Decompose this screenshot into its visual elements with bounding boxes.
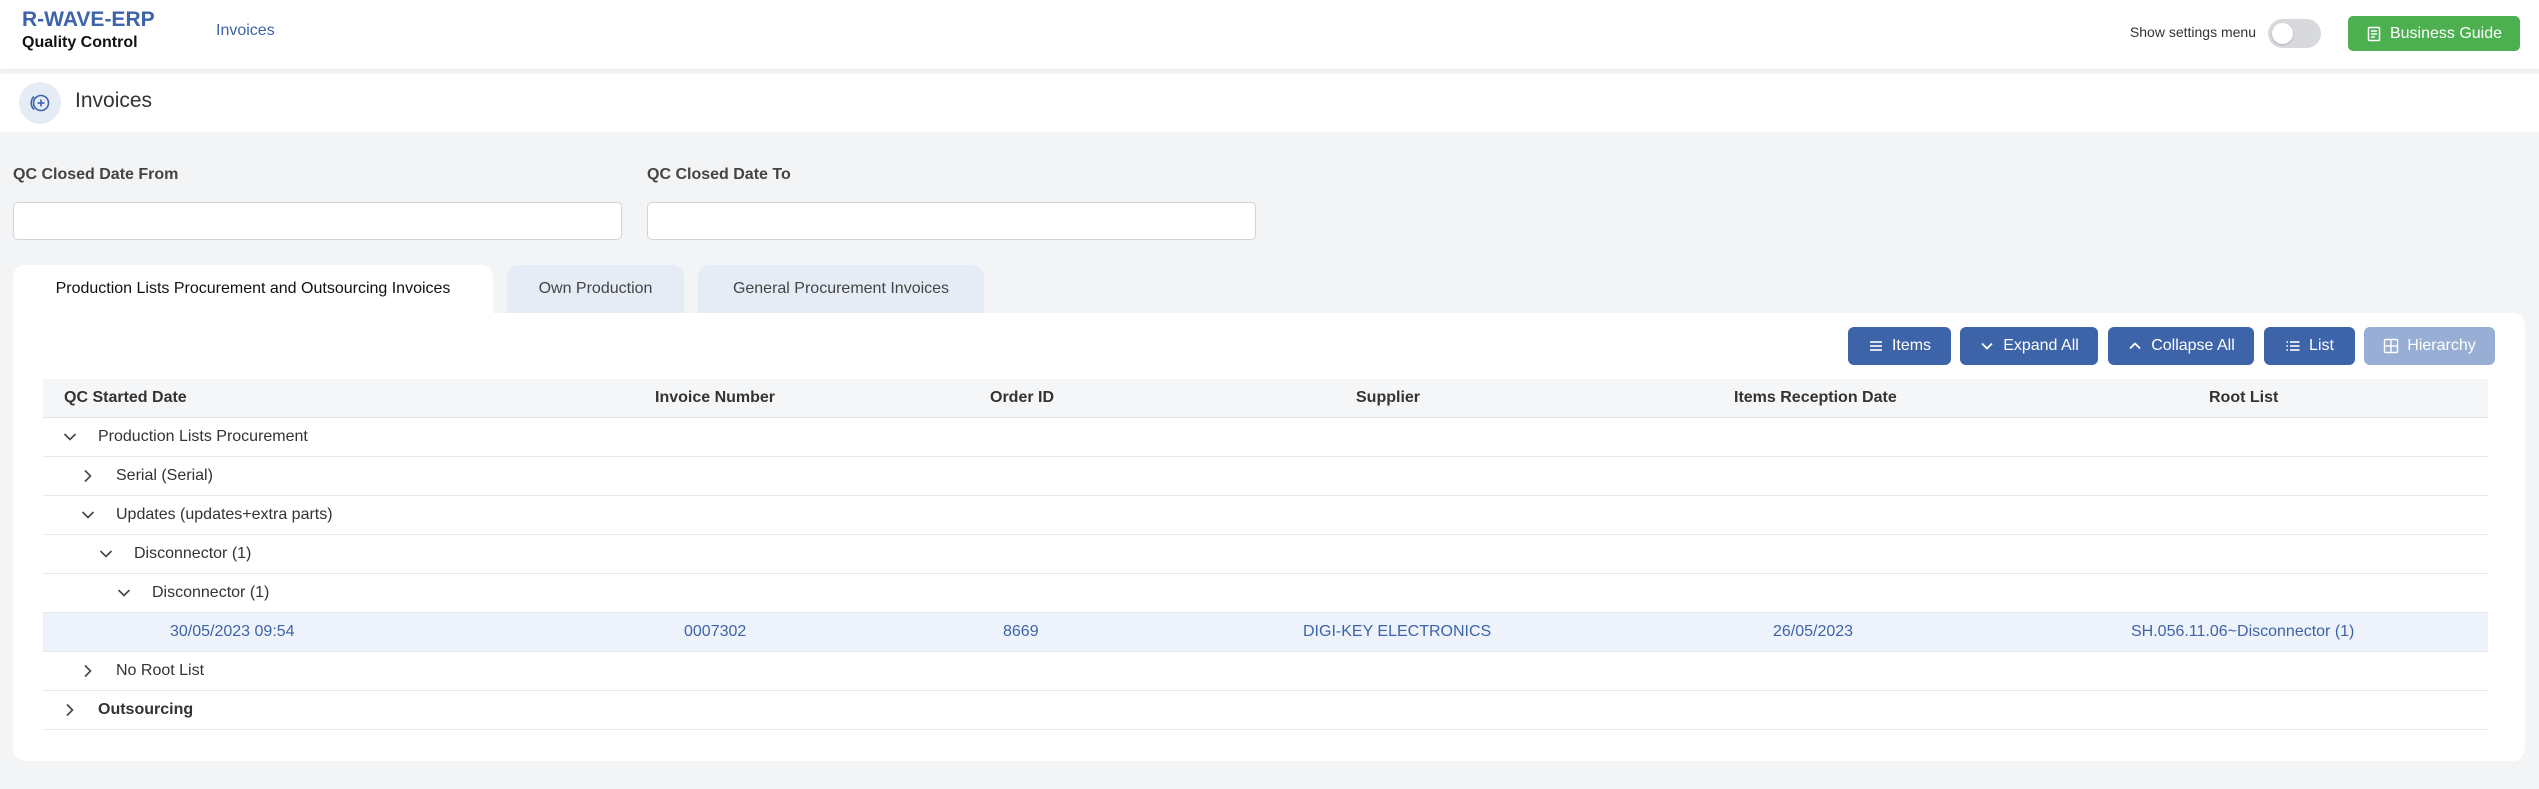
tab-own-production[interactable]: Own Production <box>507 265 684 313</box>
brand[interactable]: R-WAVE-ERP Quality Control <box>22 8 155 52</box>
cell-supplier: DIGI-KEY ELECTRONICS <box>1303 623 1492 640</box>
chevron-down-icon[interactable] <box>80 507 96 523</box>
cell-order-id: 8669 <box>1003 623 1039 640</box>
chevron-right-icon[interactable] <box>80 468 96 484</box>
qc-closed-date-to-label: QC Closed Date To <box>647 166 791 183</box>
group-row[interactable]: Outsourcing <box>43 691 2488 730</box>
column-header-invoice-number[interactable]: Invoice Number <box>655 389 775 407</box>
group-row[interactable]: Disconnector (1) <box>43 574 2488 613</box>
group-label: Outsourcing <box>98 701 194 718</box>
toggle-knob <box>2272 23 2293 44</box>
qc-closed-date-from-input[interactable] <box>13 202 622 240</box>
group-label: Production Lists Procurement <box>98 428 308 445</box>
chevron-up-icon <box>2129 342 2141 350</box>
collapse-all-label: Collapse All <box>2151 337 2235 354</box>
expand-all-button[interactable]: Expand All <box>1960 327 2098 365</box>
tab-production-lists-procurement[interactable]: Production Lists Procurement and Outsour… <box>13 265 493 313</box>
page-title: Invoices <box>75 89 153 112</box>
group-row[interactable]: No Root List <box>43 652 2488 691</box>
group-row[interactable]: Production Lists Procurement <box>43 418 2488 457</box>
list-icon <box>2286 341 2300 351</box>
chevron-down-icon[interactable] <box>98 546 114 562</box>
column-header-qc-started-date[interactable]: QC Started Date <box>64 389 187 407</box>
column-header-order-id[interactable]: Order ID <box>990 389 1054 407</box>
group-row[interactable]: Serial (Serial) <box>43 457 2488 496</box>
chevron-down-icon[interactable] <box>116 585 132 601</box>
brand-name: R-WAVE-ERP <box>22 8 155 31</box>
add-circle-icon[interactable] <box>19 82 61 124</box>
qc-closed-date-from-label: QC Closed Date From <box>13 166 179 183</box>
qc-closed-date-to-input[interactable] <box>647 202 1256 240</box>
module-name: Quality Control <box>22 34 138 51</box>
expand-all-label: Expand All <box>2003 337 2079 354</box>
cell-invoice-number: 0007302 <box>684 623 747 640</box>
chevron-down-icon <box>1981 342 1993 350</box>
cell-root-list: SH.056.11.06~Disconnector (1) <box>2131 623 2355 640</box>
business-guide-label: Business Guide <box>2389 24 2503 42</box>
column-header-supplier[interactable]: Supplier <box>1356 389 1420 407</box>
chevron-down-icon[interactable] <box>62 429 78 445</box>
top-header: R-WAVE-ERP Quality Control Invoices Show… <box>0 0 2539 69</box>
column-header-root-list[interactable]: Root List <box>2209 389 2278 407</box>
grid-icon <box>2384 338 2399 354</box>
group-label: Disconnector (1) <box>134 545 252 562</box>
list-view-label: List <box>2309 337 2334 354</box>
group-label: No Root List <box>116 662 205 679</box>
group-label: Disconnector (1) <box>152 584 270 601</box>
table-row[interactable]: 30/05/2023 09:54 0007302 8669 DIGI-KEY E… <box>43 613 2488 652</box>
settings-menu-label: Show settings menu <box>2129 24 2256 40</box>
menu-icon <box>1869 341 1882 351</box>
group-label: Updates (updates+extra parts) <box>116 506 333 523</box>
cell-items-reception-date: 26/05/2023 <box>1773 623 1854 640</box>
business-guide-button[interactable]: Business Guide <box>2348 16 2520 51</box>
book-icon <box>2367 26 2381 41</box>
collapse-all-button[interactable]: Collapse All <box>2108 327 2254 365</box>
group-label: Serial (Serial) <box>116 467 213 484</box>
table-header: QC Started Date Invoice Number Order ID … <box>43 379 2488 418</box>
tab-general-procurement-invoices[interactable]: General Procurement Invoices <box>698 265 984 313</box>
page-title-bar: Invoices <box>0 74 2539 132</box>
chevron-right-icon[interactable] <box>62 702 78 718</box>
column-header-items-reception-date[interactable]: Items Reception Date <box>1734 389 1897 407</box>
hierarchy-view-button[interactable]: Hierarchy <box>2364 327 2495 365</box>
group-row[interactable]: Disconnector (1) <box>43 535 2488 574</box>
chevron-right-icon[interactable] <box>80 663 96 679</box>
group-row[interactable]: Updates (updates+extra parts) <box>43 496 2488 535</box>
nav-link-invoices[interactable]: Invoices <box>216 22 275 40</box>
items-button[interactable]: Items <box>1848 327 1951 365</box>
items-button-label: Items <box>1891 337 1932 354</box>
cell-qc-started-date: 30/05/2023 09:54 <box>170 623 295 640</box>
list-view-button[interactable]: List <box>2264 327 2355 365</box>
hierarchy-view-label: Hierarchy <box>2407 337 2476 354</box>
settings-menu-toggle[interactable] <box>2268 19 2321 48</box>
